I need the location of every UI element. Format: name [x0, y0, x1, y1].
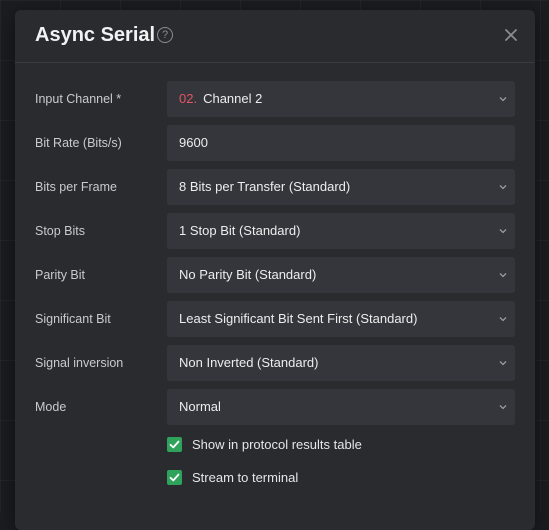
significant-bit-value: Least Significant Bit Sent First (Standa… — [179, 311, 418, 326]
stream-to-terminal-checkbox[interactable] — [167, 470, 182, 485]
question-circle-icon[interactable]: ? — [157, 27, 173, 43]
chevron-down-icon — [499, 361, 507, 366]
significant-bit-label: Significant Bit — [35, 312, 111, 326]
chevron-down-icon — [499, 185, 507, 190]
signal-inversion-label: Signal inversion — [35, 356, 124, 370]
close-icon[interactable] — [503, 27, 519, 43]
input-channel-select[interactable]: 02. Channel 2 — [167, 81, 515, 117]
channel-number: 02. — [179, 91, 198, 106]
significant-bit-row: Significant Bit Least Significant Bit Se… — [35, 301, 515, 337]
chevron-down-icon — [499, 229, 507, 234]
stream-to-terminal-label: Stream to terminal — [192, 470, 299, 485]
mode-row: Mode Normal — [35, 389, 515, 425]
chevron-down-icon — [499, 273, 507, 278]
stop-bits-row: Stop Bits 1 Stop Bit (Standard) — [35, 213, 515, 249]
parity-bit-row: Parity Bit No Parity Bit (Standard) — [35, 257, 515, 293]
mode-label: Mode — [35, 400, 67, 414]
chevron-down-icon — [499, 317, 507, 322]
parity-bit-value: No Parity Bit (Standard) — [179, 267, 317, 282]
signal-inversion-select[interactable]: Non Inverted (Standard) — [167, 345, 515, 381]
chevron-down-icon — [499, 97, 507, 102]
bits-per-frame-row: Bits per Frame 8 Bits per Transfer (Stan… — [35, 169, 515, 205]
async-serial-dialog: Async Serial ? Input Channel * 02. Channe… — [15, 10, 535, 530]
check-icon — [169, 473, 180, 482]
input-channel-label: Input Channel * — [35, 92, 122, 106]
dialog-title: Async Serial — [35, 24, 156, 46]
bit-rate-input[interactable]: 9600 — [167, 125, 515, 161]
dialog-header: Async Serial ? — [15, 10, 535, 63]
bits-per-frame-select[interactable]: 8 Bits per Transfer (Standard) — [167, 169, 515, 205]
significant-bit-select[interactable]: Least Significant Bit Sent First (Standa… — [167, 301, 515, 337]
bit-rate-label: Bit Rate (Bits/s) — [35, 136, 122, 150]
signal-inversion-value: Non Inverted (Standard) — [179, 355, 319, 370]
bits-per-frame-value: 8 Bits per Transfer (Standard) — [179, 179, 351, 194]
parity-bit-select[interactable]: No Parity Bit (Standard) — [167, 257, 515, 293]
bit-rate-row: Bit Rate (Bits/s) 9600 — [35, 125, 515, 161]
signal-inversion-row: Signal inversion Non Inverted (Standard) — [35, 345, 515, 381]
bits-per-frame-label: Bits per Frame — [35, 180, 117, 194]
stop-bits-value: 1 Stop Bit (Standard) — [179, 223, 301, 238]
stop-bits-label: Stop Bits — [35, 224, 86, 238]
mode-select[interactable]: Normal — [167, 389, 515, 425]
show-in-results-checkbox[interactable] — [167, 437, 182, 452]
show-in-results-label: Show in protocol results table — [192, 437, 362, 452]
mode-value: Normal — [179, 399, 221, 414]
check-icon — [169, 440, 180, 449]
input-channel-row: Input Channel * 02. Channel 2 — [35, 81, 515, 117]
stop-bits-select[interactable]: 1 Stop Bit (Standard) — [167, 213, 515, 249]
input-channel-value: Channel 2 — [203, 91, 263, 106]
chevron-down-icon — [499, 405, 507, 410]
bit-rate-value: 9600 — [179, 135, 208, 150]
parity-bit-label: Parity Bit — [35, 268, 86, 282]
